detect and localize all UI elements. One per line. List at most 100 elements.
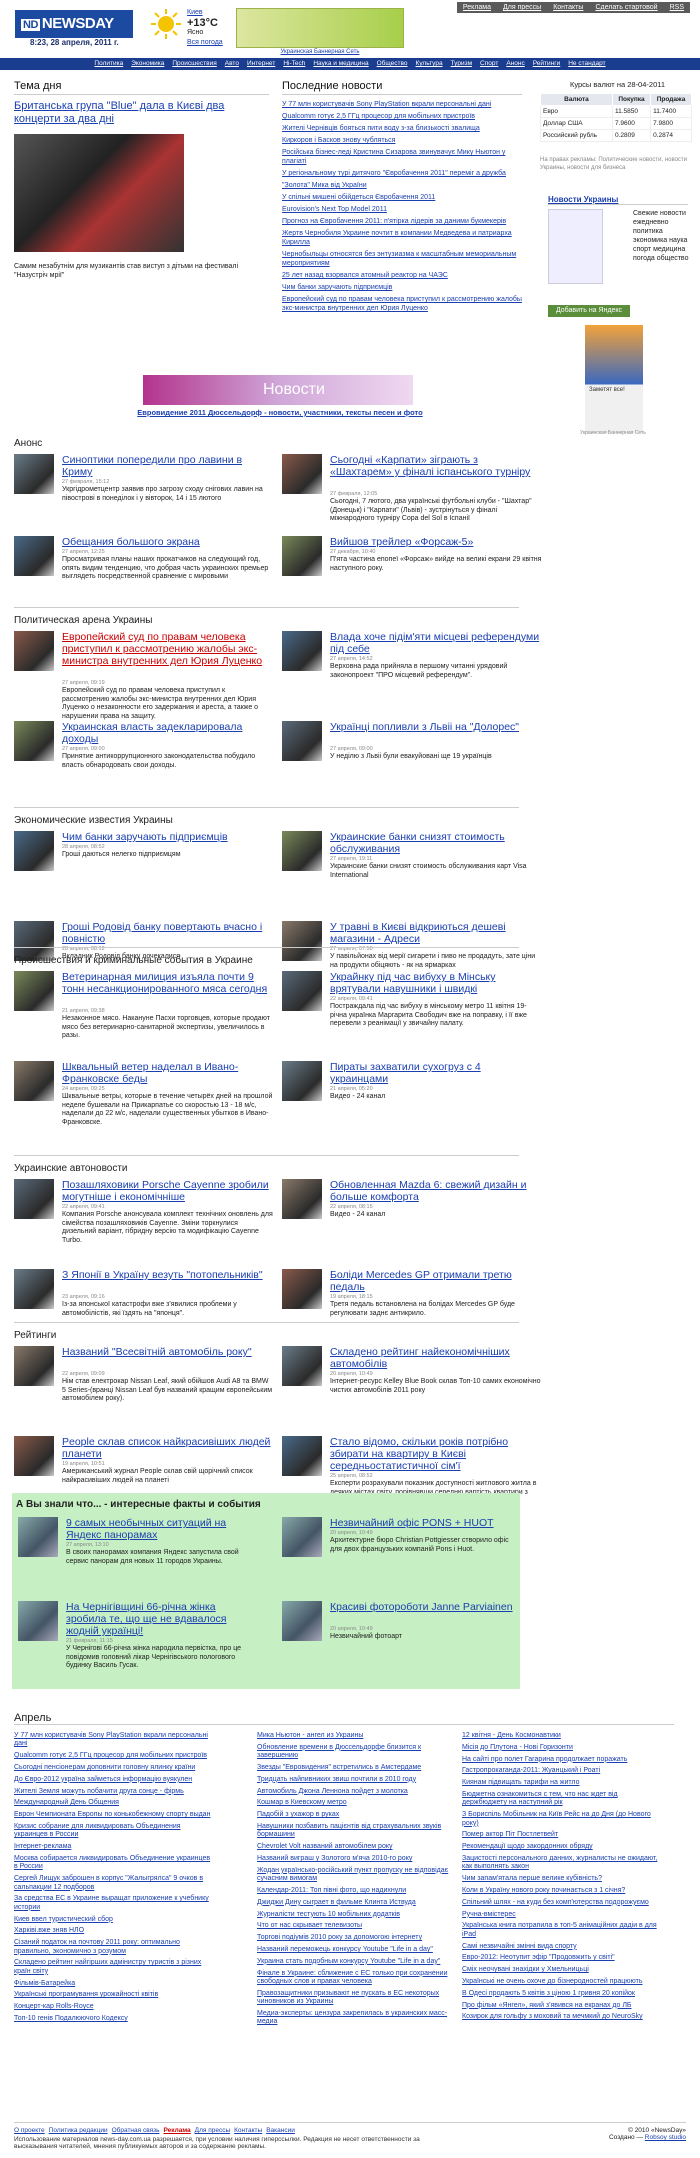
- news-thumbnail[interactable]: [14, 454, 54, 494]
- latest-item[interactable]: Чим банки заручають підприємців: [282, 283, 522, 292]
- news-title[interactable]: Шквальный ветер наделал в Ивано-Франковс…: [62, 1061, 272, 1085]
- archive-link[interactable]: Про фільм «Янгел», який з'явився на екра…: [462, 2002, 662, 2010]
- news-thumbnail[interactable]: [282, 1346, 322, 1386]
- archive-link[interactable]: За средства ЕС в Украине выращат приложе…: [14, 1895, 214, 1912]
- archive-link[interactable]: Евро-2012: Неотупит эфір "Продовжить у с…: [462, 1954, 662, 1962]
- news-title[interactable]: Гроші Родовід банку повертають вчасно і …: [62, 921, 272, 945]
- archive-link[interactable]: Тридцать найпивниких звиш почтили в 2010…: [257, 1776, 457, 1784]
- fact-title[interactable]: Красиві фотороботи Janne Parviainen: [330, 1601, 520, 1613]
- archive-link[interactable]: Киев ввел туристический сбор: [14, 1916, 214, 1924]
- archive-link[interactable]: До Євро-2012 україна займеться інформаці…: [14, 1776, 214, 1784]
- archive-link[interactable]: Складено рейтинг найгірших адмінистру ту…: [14, 1959, 214, 1976]
- nav-item[interactable]: Спорт: [476, 58, 502, 70]
- latest-item[interactable]: Жертв Чернобиля Украине почтит в компани…: [282, 229, 522, 247]
- top-link-rss[interactable]: RSS: [664, 2, 690, 13]
- news-thumbnail[interactable]: [282, 631, 322, 671]
- archive-link[interactable]: Торгові подіумів 2010 року за допомогою …: [257, 1934, 457, 1942]
- fact-title[interactable]: Незвичайний офіс PONS + HUOT: [330, 1517, 520, 1529]
- nav-item[interactable]: Интернет: [243, 58, 279, 70]
- archive-link[interactable]: Международный День Общения: [14, 1799, 214, 1807]
- archive-link[interactable]: Місія до Плутона - Нові Горизонти: [462, 1744, 662, 1752]
- archive-link[interactable]: Москва собирается ликвидировать Объедине…: [14, 1855, 214, 1872]
- archive-link[interactable]: Обновление времени в Дюссельдорфе близит…: [257, 1744, 457, 1761]
- news-thumbnail[interactable]: [14, 1269, 54, 1309]
- archive-link[interactable]: Кошмар в Киевскому метро: [257, 1799, 457, 1807]
- archive-link[interactable]: Сізаний податок на почтову 2011 року: оп…: [14, 1939, 214, 1956]
- archive-link[interactable]: З Бориспіль Мобільник на Київ Рейс на до…: [462, 1811, 662, 1828]
- nav-item[interactable]: Туризм: [447, 58, 476, 70]
- archive-link[interactable]: Автомобиль Джона Леннона пойдет з молотк…: [257, 1788, 457, 1796]
- archive-link[interactable]: Падобій з ухажор в рукаx: [257, 1811, 457, 1819]
- news-title[interactable]: Украйнку під час вибуху в Мінську врятув…: [330, 971, 540, 995]
- balloon-ad[interactable]: Заметят все!: [585, 325, 643, 433]
- news-title[interactable]: Чим банки заручають підприємців: [62, 831, 272, 843]
- nav-item[interactable]: Не стандарт: [564, 58, 609, 70]
- footer-link[interactable]: Реклама: [163, 2127, 190, 2134]
- archive-link[interactable]: В Одесі продають 5 квітів з ціною 1 грив…: [462, 1990, 662, 1998]
- news-thumbnail[interactable]: [282, 1061, 322, 1101]
- archive-link[interactable]: Козирок для гольфу з моховий та мечмкий …: [462, 2013, 662, 2021]
- archive-link[interactable]: На сайті про полет Гагарина продолжает п…: [462, 1756, 662, 1764]
- archive-link[interactable]: Інтернет-реклама: [14, 1843, 214, 1851]
- top-link-ads[interactable]: Реклама: [457, 2, 497, 13]
- nav-item[interactable]: Экономика: [127, 58, 168, 70]
- archive-link[interactable]: Українські програмування урожайності кві…: [14, 1991, 214, 1999]
- widget-title[interactable]: Новости Украины: [548, 195, 688, 205]
- archive-link[interactable]: Календар-2011: Топ півні фото, що надихн…: [257, 1887, 457, 1895]
- archive-link[interactable]: Харківі.вже зняв НЛО: [14, 1927, 214, 1935]
- news-thumbnail[interactable]: [282, 831, 322, 871]
- latest-item[interactable]: Чернобыльцы относятся без энтузиазма к м…: [282, 250, 522, 268]
- footer-link[interactable]: Политика редакции: [49, 2127, 108, 2134]
- news-title[interactable]: Синоптики попередили про лавини в Криму: [62, 454, 272, 478]
- fact-title[interactable]: На Чернігівщині 66-річна жінка зробила т…: [66, 1601, 256, 1637]
- news-title[interactable]: Стало відомо, скільки років потрібно зби…: [330, 1436, 540, 1472]
- nav-item[interactable]: Анонс: [502, 58, 528, 70]
- latest-item[interactable]: У 77 млн користувачів Sony PlayStation в…: [282, 100, 522, 109]
- news-title[interactable]: Складено рейтинг найекономічніших автомо…: [330, 1346, 540, 1370]
- latest-item[interactable]: "Золота" Мика від України: [282, 181, 522, 190]
- top-link-contacts[interactable]: Контакты: [547, 2, 589, 13]
- news-title[interactable]: Европейский суд по правам человека прист…: [62, 631, 272, 667]
- archive-link[interactable]: Киянам підвищать тарифи на житло: [462, 1779, 662, 1787]
- archive-link[interactable]: Сьогодні пенсіонерам доповнити головну я…: [14, 1764, 214, 1772]
- theme-day-title[interactable]: Британська група "Blue" дала в Києві два…: [14, 100, 269, 126]
- news-thumbnail[interactable]: [282, 536, 322, 576]
- news-thumbnail[interactable]: [14, 721, 54, 761]
- nav-item[interactable]: Hi-Tech: [279, 58, 309, 70]
- fact-thumbnail[interactable]: [18, 1517, 58, 1557]
- news-thumbnail[interactable]: [282, 921, 322, 961]
- archive-link[interactable]: Фільмів-Батарейка: [14, 1980, 214, 1988]
- latest-item[interactable]: Eurovision's Next Top Model 2011: [282, 205, 522, 214]
- archive-link[interactable]: Еврон Чемпионата Европы по конькобежному…: [14, 1811, 214, 1819]
- latest-item[interactable]: Qualcomm готує 2,5 ГГц процесор для мобі…: [282, 112, 522, 121]
- add-to-yandex-button[interactable]: Добавить на Яндекс: [548, 305, 630, 317]
- archive-link[interactable]: Chevrolet Volt названий автомобілем року: [257, 1843, 457, 1851]
- news-thumbnail[interactable]: [14, 631, 54, 671]
- news-title[interactable]: Ветеринарная милиция изъяла почти 9 тонн…: [62, 971, 272, 995]
- archive-link[interactable]: Жодан українсько-російський пункт пропус…: [257, 1867, 457, 1884]
- nav-item[interactable]: Наука и медицина: [309, 58, 372, 70]
- latest-item[interactable]: Російська бізнес-леді Кристина Сизарова …: [282, 148, 522, 166]
- archive-link[interactable]: Коли в Україну нового року починається з…: [462, 1887, 662, 1895]
- news-title[interactable]: У травні в Києві відкриються дешеві мага…: [330, 921, 540, 945]
- latest-item[interactable]: Прогноз на Євробачення 2011: п'ятірка лі…: [282, 217, 522, 226]
- archive-link[interactable]: Рекомендації щодо закордонних обряду: [462, 1843, 662, 1851]
- archive-link[interactable]: Кризис собрание для ликвидировать Объеди…: [14, 1823, 214, 1840]
- archive-link[interactable]: У 77 млн користувачів Sony PlayStation в…: [14, 1732, 214, 1749]
- nav-item[interactable]: Происшествия: [168, 58, 220, 70]
- archive-link[interactable]: Зацистості персонального данних, журнали…: [462, 1855, 662, 1872]
- top-link-press[interactable]: Для прессы: [497, 2, 547, 13]
- archive-link[interactable]: Самі незвичайні змінні вида спорту: [462, 1943, 662, 1951]
- news-thumbnail[interactable]: [14, 1179, 54, 1219]
- news-thumbnail[interactable]: [14, 1061, 54, 1101]
- archive-link[interactable]: Українська книга потрапила в топ-5 аніма…: [462, 1922, 662, 1939]
- nav-item[interactable]: Авто: [221, 58, 243, 70]
- archive-link[interactable]: Звезды "Евровидения" встретились в Амсте…: [257, 1764, 457, 1772]
- news-thumbnail[interactable]: [282, 1179, 322, 1219]
- archive-link[interactable]: Бюджетна ознакомиться с тем, что нас жде…: [462, 1791, 662, 1808]
- news-thumbnail[interactable]: [282, 721, 322, 761]
- news-thumbnail[interactable]: [14, 1436, 54, 1476]
- top-link-homepage[interactable]: Сделать стартовой: [589, 2, 663, 13]
- news-title[interactable]: Влада хоче підім'яти місцеві референдуми…: [330, 631, 540, 655]
- fact-thumbnail[interactable]: [282, 1601, 322, 1641]
